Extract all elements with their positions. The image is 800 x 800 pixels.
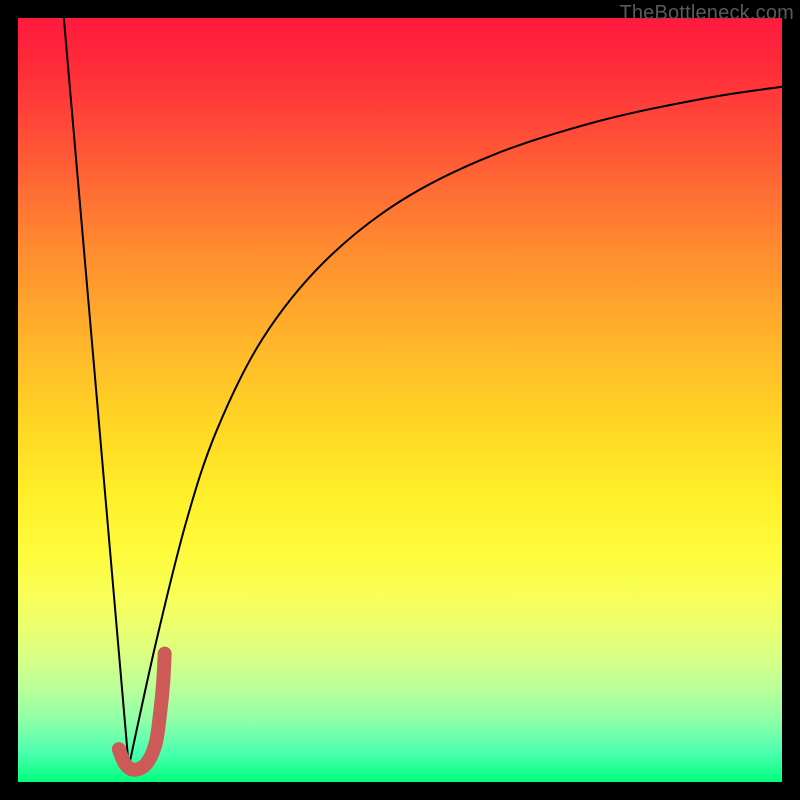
series-j-mark [119,654,165,770]
credit-watermark: TheBottleneck.com [619,2,794,25]
series-right-ascent [129,87,782,767]
chart-svg [18,18,782,782]
series-left-descent [64,18,129,767]
plot-area [18,18,782,782]
series-group [64,18,782,770]
chart-frame: TheBottleneck.com [0,0,800,800]
